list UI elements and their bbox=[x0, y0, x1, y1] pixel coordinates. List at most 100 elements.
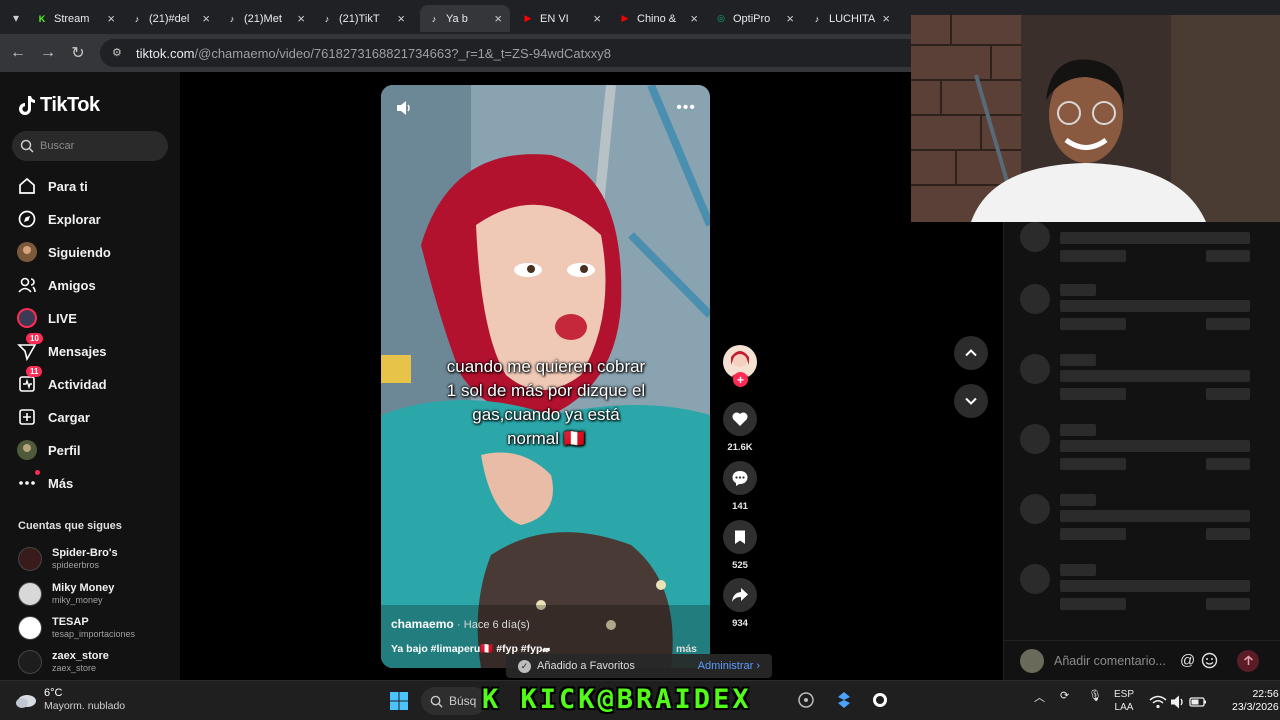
like-button[interactable] bbox=[723, 402, 757, 436]
browser-tab[interactable]: K Stream × bbox=[28, 5, 123, 32]
comment-input[interactable] bbox=[1054, 653, 1178, 668]
browser-tab[interactable]: ◎ OptiPro × bbox=[707, 5, 802, 32]
notification-badge: 10 bbox=[26, 333, 43, 344]
close-tab-icon[interactable]: × bbox=[786, 11, 794, 26]
clock-date: 23/3/2026 bbox=[1232, 701, 1279, 713]
nav-item[interactable]: Siguiendo bbox=[16, 238, 111, 266]
emoji-icon[interactable] bbox=[1201, 652, 1218, 669]
following-heading: Cuentas que sigues bbox=[18, 520, 122, 532]
browser-tab[interactable]: ♪ (21)Met × bbox=[218, 5, 313, 32]
close-tab-icon[interactable]: × bbox=[882, 11, 890, 26]
volume-icon[interactable] bbox=[395, 99, 413, 117]
save-button[interactable] bbox=[723, 520, 757, 554]
followed-account[interactable]: Miky Money miky_money bbox=[18, 579, 114, 609]
language-indicator[interactable]: ESP LAA bbox=[1114, 688, 1134, 714]
tray-chevron-icon[interactable]: ︿ bbox=[1034, 689, 1045, 705]
followed-account[interactable]: Spider-Bro's spideerbros bbox=[18, 544, 118, 574]
close-tab-icon[interactable]: × bbox=[202, 11, 210, 26]
browser-tab[interactable]: ♪ LUCHITA × bbox=[803, 5, 898, 32]
clock[interactable]: 22:56 23/3/2026 bbox=[1232, 688, 1279, 714]
tab-title: Ya b bbox=[446, 12, 468, 25]
tab-title: LUCHITA bbox=[829, 12, 876, 25]
skeleton-block bbox=[1060, 528, 1126, 540]
weather-desc: Mayorm. nublado bbox=[44, 700, 126, 712]
nav-item-label: Perfil bbox=[48, 442, 81, 458]
search-box[interactable] bbox=[12, 131, 168, 161]
more-options-icon[interactable]: ••• bbox=[676, 99, 696, 117]
nav-item[interactable]: LIVE bbox=[16, 304, 77, 332]
windows-start-icon[interactable] bbox=[389, 691, 409, 711]
browser-tab[interactable]: ♪ (21)TikT × bbox=[313, 5, 413, 32]
account-handle: zaex_store bbox=[52, 663, 97, 673]
previous-video-button[interactable] bbox=[954, 336, 988, 370]
comment-composer: @ bbox=[1004, 640, 1280, 680]
favorites-toast: ✓ Añadido a Favoritos Administrar › bbox=[506, 654, 772, 678]
microphone-icon[interactable]: 🎙 bbox=[1088, 689, 1102, 702]
nav-item[interactable]: Más bbox=[16, 469, 73, 497]
followed-account[interactable]: zaex_store zaex_store bbox=[18, 647, 109, 677]
nav-item-label: Para ti bbox=[48, 178, 88, 194]
comments-panel: @ bbox=[1003, 222, 1280, 680]
search-input[interactable] bbox=[40, 140, 160, 152]
weather-widget[interactable]: 6°C Mayorm. nublado bbox=[14, 687, 125, 713]
close-tab-icon[interactable]: × bbox=[494, 11, 502, 26]
comment-button[interactable] bbox=[723, 461, 757, 495]
friends-icon bbox=[16, 274, 38, 296]
close-tab-icon[interactable]: × bbox=[690, 11, 698, 26]
browser-tab[interactable]: ♪ (21)#del × bbox=[123, 5, 218, 32]
next-video-button[interactable] bbox=[954, 384, 988, 418]
toast-message: Añadido a Favoritos bbox=[537, 660, 635, 672]
sync-icon[interactable]: ⟳ bbox=[1060, 689, 1069, 702]
close-tab-icon[interactable]: × bbox=[297, 11, 305, 26]
address-bar[interactable]: ⚙ tiktok.com/@chamaemo/video/76182731688… bbox=[100, 39, 1000, 67]
keyboard-layout: LAA bbox=[1114, 702, 1134, 713]
tab-search-button[interactable]: ▾ bbox=[6, 8, 26, 28]
back-button[interactable]: ← bbox=[8, 43, 28, 63]
youtube-icon: ▶ bbox=[621, 13, 629, 23]
comment-skeleton bbox=[1020, 424, 1270, 482]
heart-icon bbox=[732, 412, 748, 426]
video-author[interactable]: chamaemo bbox=[391, 617, 454, 631]
browser-tab[interactable]: ♪ Ya b × bbox=[420, 5, 510, 32]
browser-tab[interactable]: ▶ EN VI × bbox=[514, 5, 609, 32]
battery-icon[interactable] bbox=[1189, 693, 1207, 711]
nav-item-label: Explorar bbox=[48, 211, 101, 227]
taskbar-app-icon[interactable] bbox=[871, 691, 889, 709]
close-tab-icon[interactable]: × bbox=[593, 11, 601, 26]
upload-icon bbox=[16, 406, 38, 428]
site-info-icon[interactable]: ⚙ bbox=[112, 46, 126, 60]
skeleton-block bbox=[1020, 564, 1050, 594]
nav-item[interactable]: Perfil bbox=[16, 436, 81, 464]
speaker-icon[interactable] bbox=[1169, 693, 1187, 711]
tab-title: OptiPro bbox=[733, 12, 771, 25]
reload-button[interactable]: ↻ bbox=[68, 43, 88, 63]
forward-button[interactable]: → bbox=[38, 43, 58, 63]
wifi-icon[interactable] bbox=[1149, 693, 1167, 711]
chevron-up-icon bbox=[965, 349, 977, 357]
skeleton-block bbox=[1060, 494, 1096, 506]
url-host: tiktok.com bbox=[136, 45, 195, 61]
taskbar-search[interactable]: Búsq bbox=[421, 687, 487, 715]
browser-tab[interactable]: ▶ Chino & × bbox=[611, 5, 706, 32]
followed-account[interactable]: TESAP tesap_importaciones bbox=[18, 613, 135, 643]
follow-plus-button[interactable]: + bbox=[733, 372, 748, 387]
close-tab-icon[interactable]: × bbox=[397, 11, 405, 26]
mention-icon[interactable]: @ bbox=[1180, 652, 1195, 669]
close-tab-icon[interactable]: × bbox=[107, 11, 115, 26]
nav-item[interactable]: Explorar bbox=[16, 205, 101, 233]
share-button[interactable] bbox=[723, 578, 757, 612]
taskbar-app-icon[interactable] bbox=[835, 691, 853, 709]
tab-title: (21)TikT bbox=[339, 12, 380, 25]
nav-item[interactable]: Para ti bbox=[16, 172, 88, 200]
send-comment-button[interactable] bbox=[1237, 649, 1259, 672]
manage-link[interactable]: Administrar › bbox=[698, 660, 760, 672]
nav-item[interactable]: Cargar bbox=[16, 403, 90, 431]
nav-item[interactable]: 11 Actividad bbox=[16, 366, 107, 398]
skeleton-block bbox=[1060, 580, 1250, 592]
nav-item[interactable]: 10 Mensajes bbox=[16, 333, 107, 365]
skeleton-block bbox=[1060, 354, 1096, 366]
nav-item[interactable]: Amigos bbox=[16, 271, 96, 299]
tiktok-logo[interactable]: TikTok bbox=[18, 94, 100, 117]
nav-item-label: Siguiendo bbox=[48, 244, 111, 260]
video-player[interactable]: ••• cuando me quieren cobrar 1 sol de má… bbox=[381, 85, 710, 668]
